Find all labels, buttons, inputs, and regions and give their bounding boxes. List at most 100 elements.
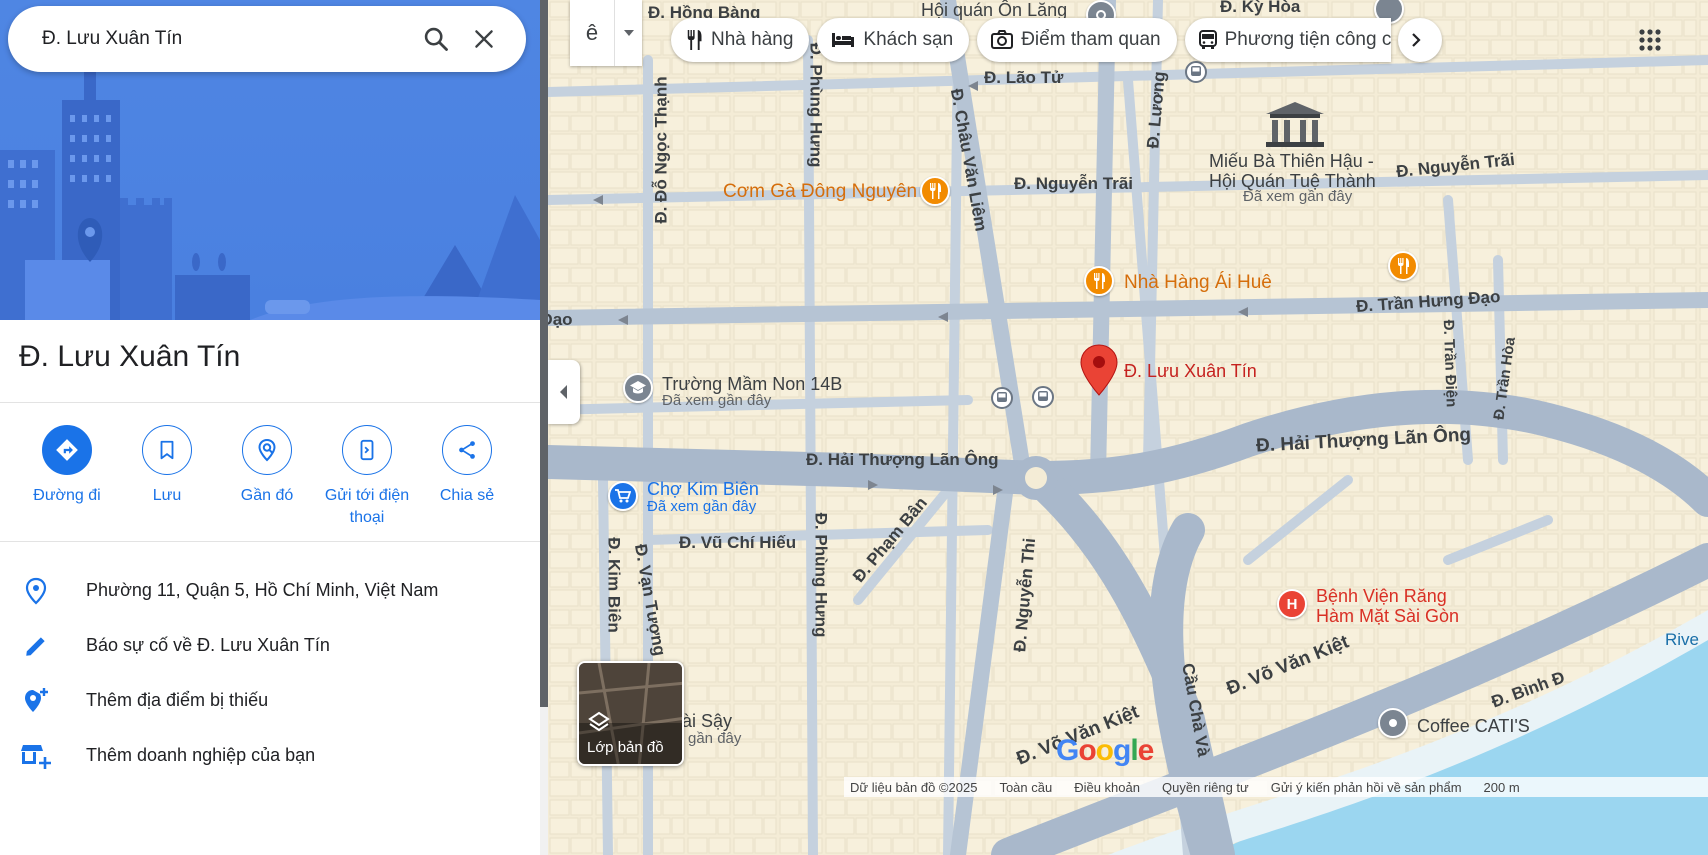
share-label: Chia sẻ	[439, 487, 495, 504]
address-row[interactable]: Phường 11, Quận 5, Hồ Chí Minh, Việt Nam	[0, 563, 540, 618]
poi-label[interactable]: Nhà Hàng Ái Huê	[1124, 272, 1272, 294]
street-label: Đ. Đỗ Ngọc Thạnh	[651, 76, 671, 224]
chip-label: Điểm tham quan	[1021, 29, 1161, 50]
restaurant-icon[interactable]	[920, 176, 950, 206]
privacy-link[interactable]: Quyền riêng tư	[1162, 780, 1249, 795]
feedback-link[interactable]: Gửi ý kiến phản hồi về sản phẩm	[1271, 780, 1462, 795]
school-icon[interactable]	[623, 373, 653, 403]
share-icon	[442, 425, 492, 475]
poi-sublabel: Đã xem gần đây	[647, 498, 757, 515]
poi-label[interactable]: Cơm Gà Đông Nguyên	[723, 181, 917, 203]
place-title: Đ. Lưu Xuân Tín	[19, 340, 241, 373]
share-button[interactable]: Chia sẻ	[417, 425, 517, 529]
chip-attractions[interactable]: Điểm tham quan	[977, 18, 1177, 62]
bus-stop-icon[interactable]	[1185, 61, 1207, 83]
chip-restaurants[interactable]: Nhà hàng	[671, 18, 810, 62]
chevron-right-icon[interactable]	[1398, 18, 1442, 62]
map-footer: Dữ liệu bản đồ ©2025 Toàn cầu Điều khoản…	[844, 777, 1708, 797]
directions-button[interactable]: Đường đi	[17, 425, 117, 529]
search-icon[interactable]	[412, 15, 460, 63]
collapse-panel-button[interactable]	[548, 360, 580, 424]
camera-icon	[991, 30, 1014, 49]
map-layers-button[interactable]: Lớp bản đồ	[577, 661, 684, 766]
nearby-label: Gần đó	[240, 487, 294, 504]
close-icon[interactable]	[460, 15, 508, 63]
chip-label: Nhà hàng	[711, 29, 794, 50]
restaurant-icon[interactable]	[1084, 266, 1114, 296]
save-label: Lưu	[152, 487, 182, 504]
poi-label[interactable]: Trường Mầm Non 14B	[662, 374, 842, 394]
bed-icon	[832, 33, 855, 47]
add-missing-place-text: Thêm địa điểm bị thiếu	[86, 690, 269, 710]
google-logo: Google	[1056, 734, 1154, 767]
street-label: Đ. Vũ Chí Hiếu	[679, 533, 797, 552]
report-issue-text: Báo sự cố về Đ. Lưu Xuân Tín	[86, 635, 330, 655]
add-business-row[interactable]: Thêm doanh nghiệp của bạn	[0, 728, 540, 783]
add-missing-place-row[interactable]: Thêm địa điểm bị thiếu	[0, 673, 540, 728]
fork-knife-icon	[687, 30, 702, 50]
language-button[interactable]: ê	[570, 0, 642, 66]
scale-label[interactable]: 200 m	[1484, 780, 1520, 795]
restaurant-icon[interactable]	[1388, 251, 1418, 281]
poi-label[interactable]: Chợ Kim Biên	[647, 480, 759, 499]
place-label: Hội quán Ôn Lăng	[921, 0, 1068, 20]
poi-label[interactable]: Miếu Bà Thiên Hậu -	[1209, 151, 1374, 171]
street-label: Đ. Phùng Hưng	[811, 512, 831, 638]
bus-stop-icon[interactable]	[1032, 386, 1054, 408]
send-to-phone-button[interactable]: Gửi tới điện thoại	[317, 425, 417, 529]
category-chips: Nhà hàng Khách sạn Điểm tham quan Phương…	[671, 18, 1392, 62]
poi-label[interactable]: Hàm Mặt Sài Gòn	[1316, 606, 1459, 626]
location-pin-icon	[0, 577, 86, 605]
layers-icon	[588, 711, 610, 732]
directions-icon	[42, 425, 92, 475]
terms-link[interactable]: Điều khoản	[1074, 780, 1140, 795]
poi-sublabel: Đã xem gần đây	[662, 392, 772, 409]
bus-stop-icon[interactable]	[991, 387, 1013, 409]
bus-icon	[1198, 30, 1217, 49]
divider	[0, 402, 540, 403]
nearby-button[interactable]: Gần đó	[217, 425, 317, 529]
chevron-down-icon[interactable]	[614, 0, 642, 66]
cafe-icon[interactable]	[1378, 708, 1408, 738]
info-list: Phường 11, Quận 5, Hồ Chí Minh, Việt Nam…	[0, 563, 540, 783]
report-issue-row[interactable]: Báo sự cố về Đ. Lưu Xuân Tín	[0, 618, 540, 673]
street-label: Đ. Lão Tử	[984, 68, 1064, 87]
address-text: Phường 11, Quận 5, Hồ Chí Minh, Việt Nam	[86, 580, 439, 600]
map-data-credit: Dữ liệu bản đồ ©2025	[850, 779, 978, 795]
poi-sublabel: gần đây	[688, 730, 742, 747]
shopping-cart-icon[interactable]	[608, 481, 638, 511]
water-label: Rive	[1665, 630, 1700, 649]
chip-transit[interactable]: Phương tiện công c	[1184, 18, 1392, 62]
street-label: Đ. Trần Điện	[1439, 319, 1460, 408]
chip-hotels[interactable]: Khách sạn	[817, 18, 970, 62]
panel-scrollbar[interactable]	[540, 0, 548, 707]
search-box[interactable]: Đ. Lưu Xuân Tín	[8, 6, 526, 72]
global-link[interactable]: Toàn cầu	[999, 780, 1052, 795]
chevron-left-icon	[560, 385, 567, 399]
street-label: Đ. Kim Biên	[604, 537, 624, 633]
chip-label: Phương tiện công c	[1224, 29, 1392, 50]
map-canvas[interactable]: Đ. Hồng Bàng Đ. Lão Tử Đ. Nguyễn Trãi Đ.…	[548, 0, 1708, 855]
place-panel: Đ. Lưu Xuân Tín Đ. Lưu Xuân Tín Đường đi…	[0, 0, 540, 855]
save-button[interactable]: Lưu	[117, 425, 217, 529]
street-label: Đ. Hải Thượng Lãn Ông	[806, 450, 999, 469]
apps-grid-icon[interactable]	[1630, 20, 1670, 60]
language-label: ê	[585, 20, 599, 45]
poi-label[interactable]: Coffee CATI'S	[1417, 716, 1530, 736]
poi-label[interactable]: Bệnh Viện Răng	[1316, 586, 1447, 606]
phone-icon	[342, 425, 392, 475]
poi-label[interactable]: ài Sậy	[682, 711, 732, 731]
bookmark-icon	[142, 425, 192, 475]
red-map-pin-icon[interactable]	[1080, 344, 1118, 401]
action-buttons: Đường đi Lưu Gần đó Gửi tới điện thoại C…	[17, 425, 517, 529]
panel-scrollbar-track[interactable]	[540, 707, 548, 855]
pin-label: Đ. Lưu Xuân Tín	[1124, 361, 1257, 381]
add-business-text: Thêm doanh nghiệp của bạn	[86, 745, 316, 765]
hospital-icon[interactable]: H	[1277, 589, 1307, 619]
street-label: Đ. Trần Hưng Đạo	[548, 310, 573, 329]
temple-icon[interactable]	[1264, 100, 1326, 153]
layers-label: Lớp bản đồ	[587, 739, 664, 756]
poi-sublabel: Đã xem gần đây	[1243, 188, 1353, 205]
search-input[interactable]: Đ. Lưu Xuân Tín	[42, 28, 412, 50]
pencil-icon	[0, 633, 86, 659]
